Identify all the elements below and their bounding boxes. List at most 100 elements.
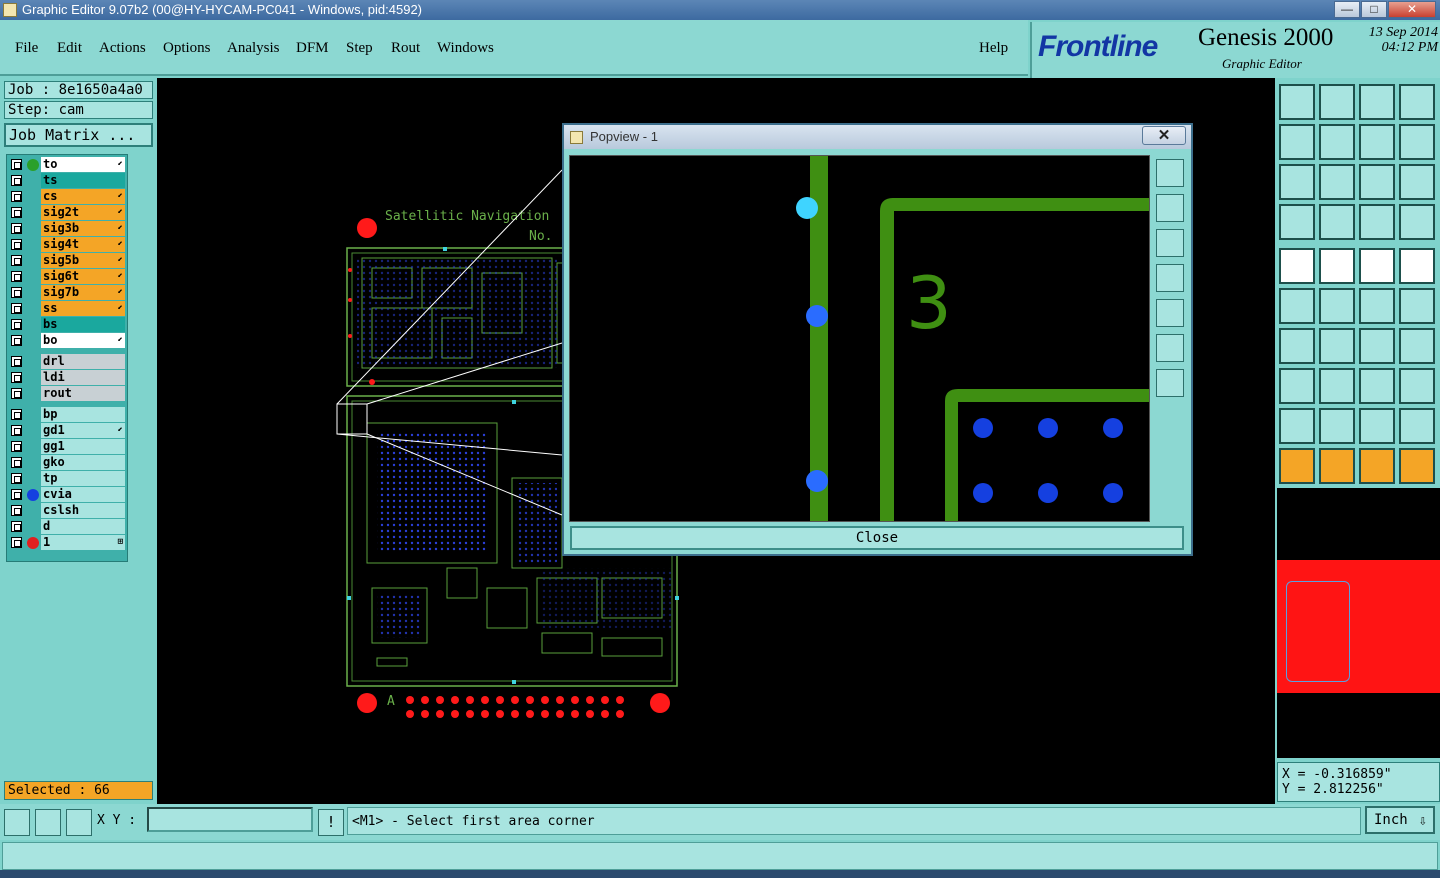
angle-icon[interactable] — [1279, 328, 1315, 364]
layer-row[interactable]: gd1 ⬋ — [9, 423, 127, 438]
menu-edit[interactable]: Edit — [57, 40, 82, 57]
layer-row[interactable]: 1 ⊞ — [9, 535, 127, 550]
layer-row[interactable]: sig4t ⬋ — [9, 237, 127, 252]
layers-red-2-icon[interactable] — [1399, 204, 1435, 240]
layer-checkbox[interactable] — [11, 521, 22, 532]
select-circle-icon[interactable] — [1359, 448, 1395, 484]
maximize-button[interactable]: □ — [1361, 1, 1387, 18]
popview-pan-up-icon[interactable] — [1156, 194, 1184, 222]
popview-titlebar[interactable]: Popview - 1 ✕ — [564, 125, 1191, 149]
a-arrow-2-icon[interactable] — [1399, 408, 1435, 444]
zoom-1-2-icon[interactable] — [1359, 164, 1395, 200]
layer-name[interactable]: bp — [41, 407, 125, 422]
layer-checkbox[interactable] — [11, 319, 22, 330]
connect-icon[interactable] — [1279, 288, 1315, 324]
layer-checkbox[interactable] — [11, 409, 22, 420]
move-left-icon[interactable] — [1279, 124, 1315, 160]
menu-analysis[interactable]: Analysis — [227, 40, 280, 57]
move-down-icon[interactable] — [1319, 84, 1355, 120]
layer-row[interactable]: ts — [9, 173, 127, 188]
units-select[interactable]: Inch ⇩ — [1365, 806, 1435, 834]
layers-red-icon[interactable] — [1359, 204, 1395, 240]
layer-checkbox[interactable] — [11, 207, 22, 218]
layer-row[interactable]: sig5b ⬋ — [9, 253, 127, 268]
step-icon[interactable] — [1399, 124, 1435, 160]
layer-name[interactable]: gd1 ⬋ — [41, 423, 125, 438]
layer-row[interactable]: drl — [9, 354, 127, 369]
layer-name[interactable]: sig7b ⬋ — [41, 285, 125, 300]
layer-name[interactable]: d — [41, 519, 125, 534]
layer-name[interactable]: rout — [41, 386, 125, 401]
grid-snap-icon[interactable] — [66, 809, 92, 836]
triangle-icon[interactable] — [1279, 408, 1315, 444]
help-icon[interactable] — [1399, 164, 1435, 200]
line-icon[interactable] — [1319, 248, 1355, 284]
layer-checkbox[interactable] — [11, 388, 22, 399]
select-path-icon[interactable] — [1399, 448, 1435, 484]
layer-name[interactable]: ss ⬋ — [41, 301, 125, 316]
circle-icon[interactable] — [1399, 248, 1435, 284]
ruler-icon[interactable] — [1359, 248, 1395, 284]
select-box-icon[interactable] — [1319, 448, 1355, 484]
layer-row[interactable]: cs ⬋ — [9, 189, 127, 204]
layer-checkbox[interactable] — [11, 505, 22, 516]
layer-name[interactable]: ldi — [41, 370, 125, 385]
layer-name[interactable]: sig4t ⬋ — [41, 237, 125, 252]
move-up-icon[interactable] — [1279, 84, 1315, 120]
swap-icon[interactable] — [1359, 124, 1395, 160]
arc-pad-icon[interactable] — [1399, 288, 1435, 324]
split-view-icon[interactable] — [1399, 84, 1435, 120]
popview-close-icon[interactable]: ✕ — [1142, 126, 1186, 145]
layer-name[interactable]: tp — [41, 471, 125, 486]
layer-name[interactable]: drl — [41, 354, 125, 369]
layer-row[interactable]: to ⬋ — [9, 157, 127, 172]
layer-checkbox[interactable] — [11, 489, 22, 500]
menu-windows[interactable]: Windows — [437, 40, 494, 57]
popview-zoom-fit-icon[interactable] — [1156, 159, 1184, 187]
layer-name[interactable]: gg1 — [41, 439, 125, 454]
rotate-icon[interactable] — [1279, 204, 1315, 240]
layer-checkbox[interactable] — [11, 537, 22, 548]
layer-checkbox[interactable] — [11, 191, 22, 202]
layer-checkbox[interactable] — [11, 287, 22, 298]
layer-checkbox[interactable] — [11, 372, 22, 383]
slash-icon[interactable] — [1319, 328, 1355, 364]
popview-zoom-in-icon[interactable] — [1156, 334, 1184, 362]
cross-icon[interactable] — [1319, 288, 1355, 324]
layer-row[interactable]: cslsh — [9, 503, 127, 518]
measure-icon[interactable] — [1359, 368, 1395, 404]
popview-canvas[interactable]: 3 — [569, 155, 1150, 522]
layer-name[interactable]: sig2t ⬋ — [41, 205, 125, 220]
layer-row[interactable]: gg1 — [9, 439, 127, 454]
popview-pan-down-icon[interactable] — [1156, 229, 1184, 257]
layer-row[interactable]: sig7b ⬋ — [9, 285, 127, 300]
menu-step[interactable]: Step — [346, 40, 373, 57]
layer-name[interactable]: bo ⬋ — [41, 333, 125, 348]
layer-checkbox[interactable] — [11, 473, 22, 484]
layer-row[interactable]: d — [9, 519, 127, 534]
layer-checkbox[interactable] — [11, 175, 22, 186]
triangle-arrow-icon[interactable] — [1319, 408, 1355, 444]
layer-row[interactable]: ldi — [9, 370, 127, 385]
layer-checkbox[interactable] — [11, 335, 22, 346]
layer-checkbox[interactable] — [11, 303, 22, 314]
home-icon[interactable] — [1359, 84, 1395, 120]
minimize-button[interactable]: — — [1334, 1, 1360, 18]
group-icon[interactable] — [1399, 368, 1435, 404]
layer-row[interactable]: ss ⬋ — [9, 301, 127, 316]
popview-zoom-out-icon[interactable] — [1156, 369, 1184, 397]
minus-icon[interactable] — [1319, 368, 1355, 404]
menu-options[interactable]: Options — [163, 40, 211, 57]
pad-icon[interactable] — [1279, 248, 1315, 284]
grid-icon[interactable] — [1319, 204, 1355, 240]
popview-close-button[interactable]: Close — [570, 526, 1184, 550]
layer-row[interactable]: sig6t ⬋ — [9, 269, 127, 284]
layer-row[interactable]: gko — [9, 455, 127, 470]
line-pad-icon[interactable] — [1359, 288, 1395, 324]
alert-icon[interactable]: ! — [318, 809, 344, 836]
split-line-icon[interactable] — [1399, 328, 1435, 364]
menu-file[interactable]: File — [15, 40, 38, 57]
popview-pan-right-icon[interactable] — [1156, 299, 1184, 327]
overview-map[interactable] — [1277, 488, 1440, 758]
layer-name[interactable]: gko — [41, 455, 125, 470]
